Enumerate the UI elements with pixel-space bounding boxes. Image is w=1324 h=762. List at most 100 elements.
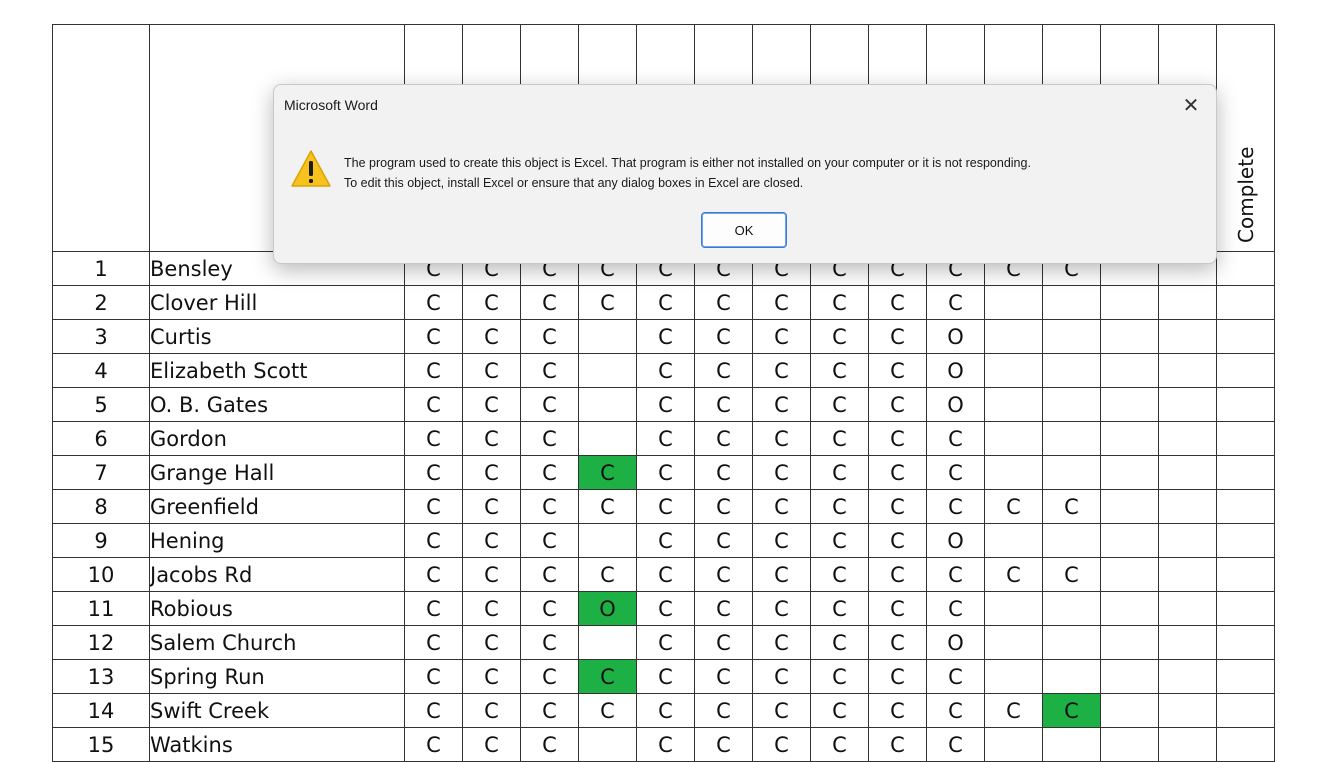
status-cell: C xyxy=(404,285,463,320)
status-cell: C xyxy=(462,421,521,456)
status-cell: C xyxy=(810,557,869,592)
status-cell: C xyxy=(636,285,695,320)
status-cell: C xyxy=(520,285,579,320)
status-cell: C xyxy=(752,659,811,694)
status-cell xyxy=(1042,523,1101,558)
complete-cell xyxy=(1216,251,1275,286)
status-cell xyxy=(1100,387,1159,422)
status-cell: C xyxy=(694,727,753,762)
status-cell: C xyxy=(1042,693,1101,728)
school-name: O. B. Gates xyxy=(149,387,405,422)
status-cell: C xyxy=(636,489,695,524)
status-cell: C xyxy=(868,319,927,354)
row-number: 5 xyxy=(52,387,150,422)
status-cell: O xyxy=(926,523,985,558)
table-row: 13 Spring Run C C C C C C C C C C xyxy=(52,659,1275,694)
status-cell xyxy=(1158,625,1217,660)
table-row: 8 Greenfield C C C C C C C C C C C C xyxy=(52,489,1275,524)
document-page: icalandSiteFiberimetedComplete 1BensleyC… xyxy=(0,0,1324,762)
status-cell: C xyxy=(694,285,753,320)
school-name: Robious xyxy=(149,591,405,626)
status-cell: C xyxy=(520,421,579,456)
status-cell: C xyxy=(752,387,811,422)
school-name: Elizabeth Scott xyxy=(149,353,405,388)
table-row: 5 O. B. Gates C C C C C C C C O xyxy=(52,387,1275,422)
status-cell: C xyxy=(810,353,869,388)
school-name: Swift Creek xyxy=(149,693,405,728)
status-cell xyxy=(578,421,637,456)
status-cell: C xyxy=(520,523,579,558)
school-name: Salem Church xyxy=(149,625,405,660)
school-name: Watkins xyxy=(149,727,405,762)
warning-icon xyxy=(291,150,331,187)
status-cell: C xyxy=(752,523,811,558)
status-cell: C xyxy=(926,693,985,728)
status-cell xyxy=(1100,659,1159,694)
school-name: Hening xyxy=(149,523,405,558)
status-cell: C xyxy=(462,693,521,728)
error-dialog: Microsoft Word ✕ The program used to cre… xyxy=(273,84,1217,264)
status-cell xyxy=(984,421,1043,456)
status-cell xyxy=(578,319,637,354)
row-number: 14 xyxy=(52,693,150,728)
status-cell: C xyxy=(926,591,985,626)
ok-button[interactable]: OK xyxy=(701,212,787,248)
status-cell: C xyxy=(404,659,463,694)
status-cell: C xyxy=(752,591,811,626)
status-cell xyxy=(984,319,1043,354)
status-cell xyxy=(984,591,1043,626)
school-name: Clover Hill xyxy=(149,285,405,320)
status-cell: C xyxy=(694,625,753,660)
status-cell: C xyxy=(810,591,869,626)
status-cell: C xyxy=(404,489,463,524)
status-cell: C xyxy=(520,489,579,524)
status-cell: C xyxy=(694,387,753,422)
complete-cell xyxy=(1216,285,1275,320)
status-cell: C xyxy=(404,319,463,354)
status-cell: C xyxy=(752,693,811,728)
status-cell: C xyxy=(636,693,695,728)
row-number: 4 xyxy=(52,353,150,388)
status-cell xyxy=(1100,353,1159,388)
status-cell: C xyxy=(984,557,1043,592)
status-cell xyxy=(984,523,1043,558)
dialog-message-line1: The program used to create this object i… xyxy=(344,156,1031,170)
status-cell: C xyxy=(462,727,521,762)
status-cell xyxy=(1042,353,1101,388)
header-label: Complete xyxy=(1233,146,1258,243)
status-cell xyxy=(984,353,1043,388)
complete-cell xyxy=(1216,557,1275,592)
status-cell: C xyxy=(752,353,811,388)
complete-cell xyxy=(1216,693,1275,728)
status-cell xyxy=(1158,523,1217,558)
status-cell: C xyxy=(404,625,463,660)
complete-cell xyxy=(1216,591,1275,626)
status-cell xyxy=(984,727,1043,762)
status-cell: C xyxy=(810,523,869,558)
status-cell xyxy=(1042,285,1101,320)
dialog-message: The program used to create this object i… xyxy=(344,153,1031,193)
status-cell: C xyxy=(868,421,927,456)
status-cell: C xyxy=(752,727,811,762)
status-cell: C xyxy=(636,455,695,490)
status-cell: C xyxy=(636,591,695,626)
row-number: 7 xyxy=(52,455,150,490)
status-cell: C xyxy=(636,319,695,354)
status-cell xyxy=(1158,421,1217,456)
status-cell: C xyxy=(636,421,695,456)
status-cell: C xyxy=(636,727,695,762)
status-cell xyxy=(984,455,1043,490)
status-cell: C xyxy=(810,659,869,694)
status-cell: C xyxy=(694,489,753,524)
status-cell xyxy=(1158,557,1217,592)
status-cell: C xyxy=(462,319,521,354)
table-row: 3 Curtis C C C C C C C C O xyxy=(52,319,1275,354)
status-cell: C xyxy=(578,693,637,728)
status-cell xyxy=(1158,659,1217,694)
close-icon[interactable]: ✕ xyxy=(1178,93,1204,119)
status-cell: C xyxy=(926,455,985,490)
status-cell: C xyxy=(868,625,927,660)
status-cell xyxy=(578,353,637,388)
complete-cell xyxy=(1216,319,1275,354)
status-cell: O xyxy=(578,591,637,626)
